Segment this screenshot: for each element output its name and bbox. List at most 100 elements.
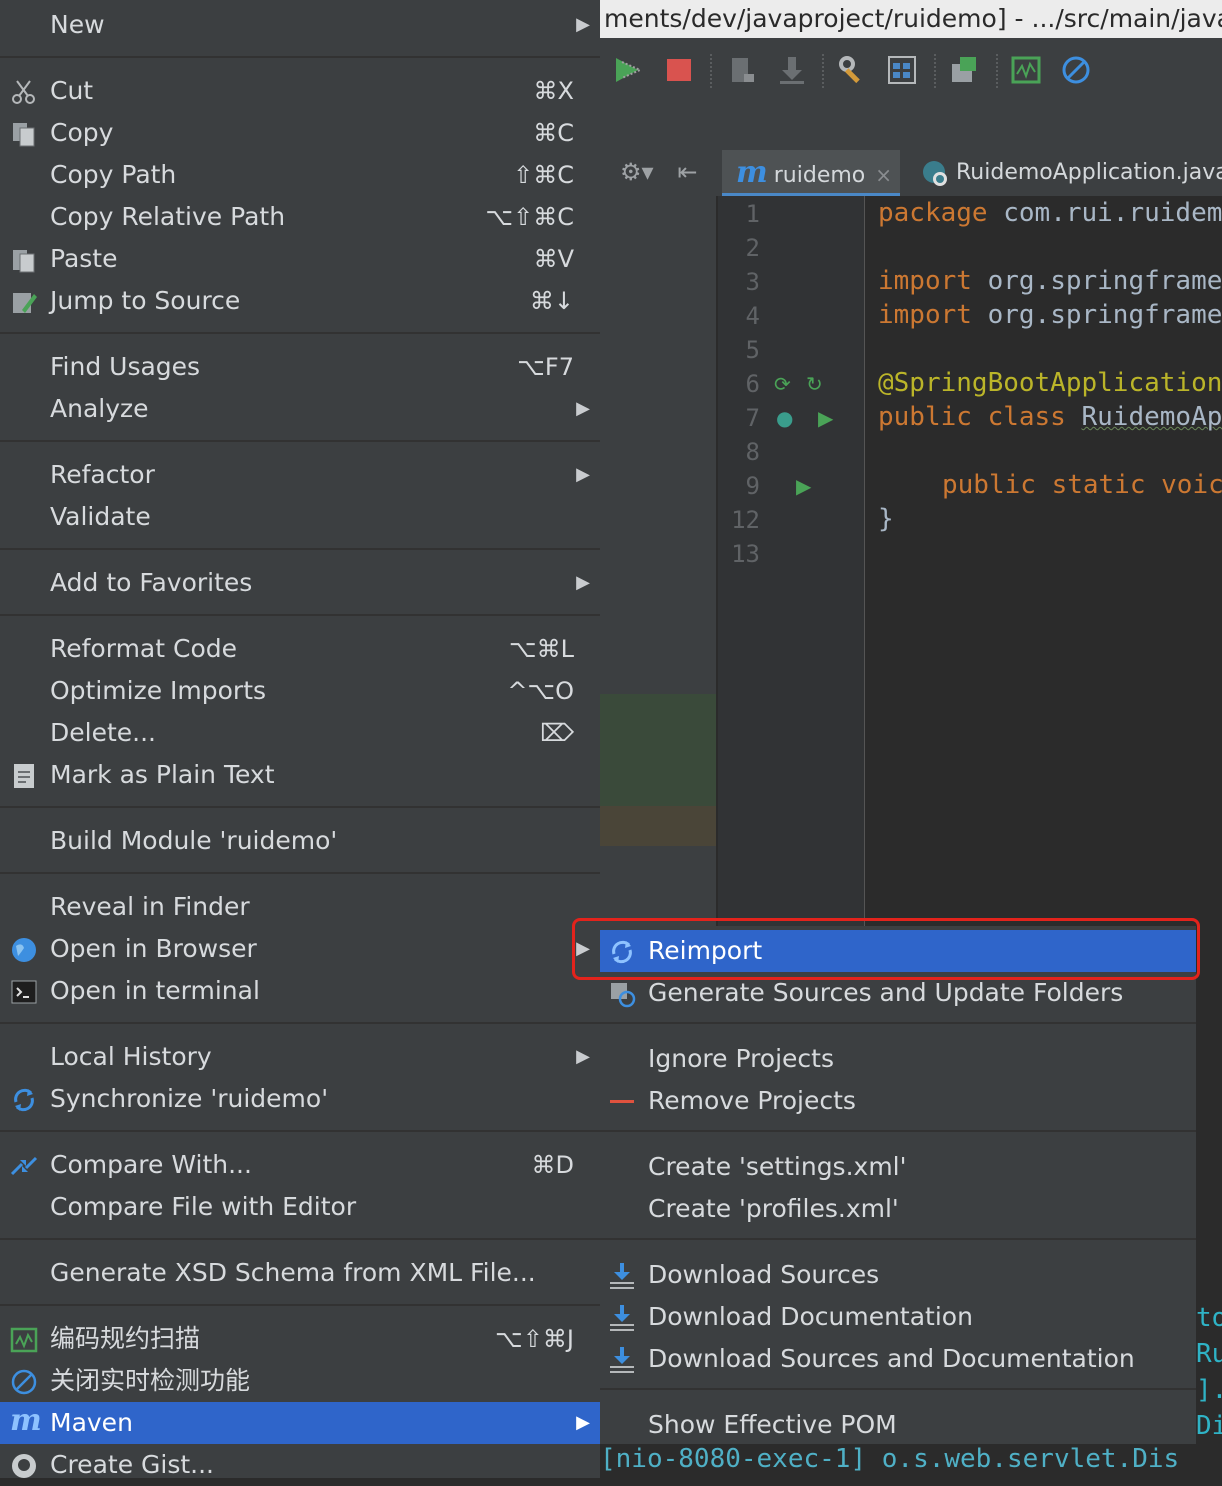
spring-bean-icon[interactable]: ⟳	[774, 372, 791, 396]
menu-item-close-realtime-check[interactable]: 关闭实时检测功能	[0, 1360, 600, 1402]
menu-item-download-documentation[interactable]: Download Documentation	[600, 1296, 1196, 1338]
console-line: ].	[1196, 1372, 1222, 1408]
menu-item-copy[interactable]: Copy ⌘C	[0, 112, 600, 154]
download-icon[interactable]	[776, 54, 808, 86]
menu-item-jump-to-source[interactable]: Jump to Source ⌘↓	[0, 280, 600, 322]
menu-item-reveal-in-finder[interactable]: Reveal in Finder	[0, 886, 600, 928]
menu-separator	[0, 1022, 600, 1024]
run-coverage-icon[interactable]	[612, 54, 644, 86]
menu-item-label: Create Gist...	[50, 1444, 214, 1486]
menu-item-download-both[interactable]: Download Sources and Documentation	[600, 1338, 1196, 1380]
menu-item-cut[interactable]: Cut ⌘X	[0, 70, 600, 112]
menu-separator	[600, 1022, 1196, 1024]
close-icon[interactable]: ×	[875, 163, 892, 187]
menu-item-compare-with[interactable]: Compare With... ⌘D	[0, 1144, 600, 1186]
menu-item-open-in-terminal[interactable]: Open in terminal	[0, 970, 600, 1012]
code-scan-icon[interactable]	[1010, 54, 1042, 86]
menu-item-show-effective-pom[interactable]: Show Effective POM	[600, 1404, 1196, 1446]
menu-item-refactor[interactable]: Refactor ▶	[0, 454, 600, 496]
sdk-icon[interactable]	[948, 54, 980, 86]
menu-separator	[0, 332, 600, 334]
menu-item-code-scan[interactable]: 编码规约扫描 ⌥⇧⌘J	[0, 1318, 600, 1360]
stop-icon[interactable]	[664, 54, 696, 86]
menu-item-label: Download Documentation	[648, 1296, 973, 1338]
line-number: 3	[718, 268, 760, 296]
tab-ruidemo-application[interactable]: RuidemoApplication.java	[904, 150, 1222, 196]
class-gutter-icon[interactable]: ●	[776, 406, 793, 430]
shortcut-label: ⌦	[540, 712, 574, 754]
submenu-arrow-icon: ▶	[576, 1402, 590, 1444]
menu-item-create-profiles[interactable]: Create 'profiles.xml'	[600, 1188, 1196, 1230]
menu-item-open-in-browser[interactable]: Open in Browser ▶	[0, 928, 600, 970]
menu-item-copy-path[interactable]: Copy Path ⇧⌘C	[0, 154, 600, 196]
menu-item-label: Show Effective POM	[648, 1404, 897, 1446]
menu-item-label: Refactor	[50, 454, 155, 496]
shortcut-label: ⌘C	[533, 112, 574, 154]
console-output: to Rui ]. Dis	[1196, 1300, 1222, 1430]
line-number: 6	[718, 370, 760, 398]
menu-item-label: Maven	[50, 1402, 133, 1444]
code-text: com.rui.ruidem	[988, 198, 1222, 228]
menu-item-delete[interactable]: Delete... ⌦	[0, 712, 600, 754]
download-icon	[608, 1262, 636, 1290]
menu-item-create-gist[interactable]: Create Gist...	[0, 1444, 600, 1486]
line-number: 4	[718, 302, 760, 330]
menu-item-label: Create 'settings.xml'	[648, 1146, 907, 1188]
build-icon[interactable]	[726, 54, 758, 86]
realtime-off-icon[interactable]	[1060, 54, 1092, 86]
tab-label: RuidemoApplication.java	[956, 160, 1222, 185]
terminal-icon	[10, 978, 38, 1006]
menu-item-label: Open in Browser	[50, 928, 257, 970]
menu-item-maven[interactable]: m Maven ▶	[0, 1402, 600, 1444]
menu-item-compare-file-editor[interactable]: Compare File with Editor	[0, 1186, 600, 1228]
menu-item-synchronize[interactable]: Synchronize 'ruidemo'	[0, 1078, 600, 1120]
menu-separator	[0, 872, 600, 874]
gear-icon[interactable]: ⚙▾	[620, 158, 654, 186]
settings-wrench-icon[interactable]	[836, 54, 868, 86]
collapse-icon[interactable]: ⇤	[677, 158, 697, 186]
menu-item-ignore-projects[interactable]: Ignore Projects	[600, 1038, 1196, 1080]
run-gutter-icon[interactable]: ▶	[818, 406, 833, 430]
menu-separator	[0, 440, 600, 442]
window-title: ments/dev/javaproject/ruidemo] - .../src…	[604, 0, 1222, 38]
project-structure-icon[interactable]	[886, 54, 918, 86]
menu-item-label: Copy Relative Path	[50, 196, 285, 238]
shortcut-label: ⌘D	[532, 1144, 574, 1186]
menu-item-mark-plain-text[interactable]: Mark as Plain Text	[0, 754, 600, 796]
console-line: [nio-8080-exec-1] o.s.web.servlet.Dis	[600, 1444, 1222, 1478]
keyword: public class	[878, 402, 1066, 432]
tab-ruidemo[interactable]: mruidemo×	[722, 150, 900, 196]
menu-item-label: Reformat Code	[50, 628, 237, 670]
shortcut-label: ⇧⌘C	[513, 154, 574, 196]
menu-item-find-usages[interactable]: Find Usages ⌥F7	[0, 346, 600, 388]
menu-item-reformat-code[interactable]: Reformat Code ⌥⌘L	[0, 628, 600, 670]
menu-item-label: Cut	[50, 70, 93, 112]
sync-icon	[10, 1086, 38, 1114]
menu-item-generate-xsd[interactable]: Generate XSD Schema from XML File...	[0, 1252, 600, 1294]
keyword: public static voic	[942, 470, 1222, 500]
submenu-arrow-icon: ▶	[576, 454, 590, 496]
line-number: 2	[718, 234, 760, 262]
menu-separator	[0, 1304, 600, 1306]
menu-item-remove-projects[interactable]: Remove Projects	[600, 1080, 1196, 1122]
menu-item-new[interactable]: New ▶	[0, 4, 600, 46]
keyword: import	[878, 300, 972, 330]
menu-item-download-sources[interactable]: Download Sources	[600, 1254, 1196, 1296]
menu-separator	[0, 614, 600, 616]
menu-item-paste[interactable]: Paste ⌘V	[0, 238, 600, 280]
generate-sources-icon	[608, 980, 636, 1008]
spring-refresh-icon[interactable]: ↻	[806, 372, 823, 396]
menu-separator	[0, 1238, 600, 1240]
menu-item-analyze[interactable]: Analyze ▶	[0, 388, 600, 430]
menu-item-add-to-favorites[interactable]: Add to Favorites ▶	[0, 562, 600, 604]
menu-item-validate[interactable]: Validate	[0, 496, 600, 538]
run-main-icon[interactable]: ▶	[796, 474, 811, 498]
menu-item-optimize-imports[interactable]: Optimize Imports ^⌥O	[0, 670, 600, 712]
menu-item-build-module[interactable]: Build Module 'ruidemo'	[0, 820, 600, 862]
menu-item-label: Build Module 'ruidemo'	[50, 820, 337, 862]
menu-item-copy-relative-path[interactable]: Copy Relative Path ⌥⇧⌘C	[0, 196, 600, 238]
menu-item-label: Mark as Plain Text	[50, 754, 275, 796]
minus-icon	[608, 1088, 636, 1116]
menu-item-local-history[interactable]: Local History ▶	[0, 1036, 600, 1078]
menu-item-create-settings[interactable]: Create 'settings.xml'	[600, 1146, 1196, 1188]
